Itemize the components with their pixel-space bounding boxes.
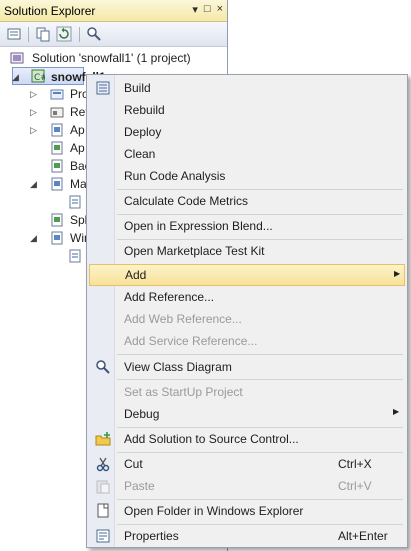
image-file-icon [51,213,63,227]
refresh-icon[interactable] [56,26,72,42]
menu-item-deploy[interactable]: Deploy [89,121,405,143]
menu-item-open-marketplace-test-kit[interactable]: Open Marketplace Test Kit [89,240,405,262]
menu-separator [117,379,403,380]
project-context-menu: Build Rebuild Deploy Clean Run Code Anal… [86,74,408,548]
svg-text:C#: C# [34,73,45,83]
menu-item-open-in-expression-blend[interactable]: Open in Expression Blend... [89,215,405,237]
menu-item-paste: Paste Ctrl+V [89,475,405,497]
code-file-icon [69,249,81,263]
solution-explorer-titlebar: Solution Explorer ▾ □ × [0,0,227,22]
image-file-icon [51,141,63,155]
solution-icon [10,52,24,64]
menu-item-open-folder-in-windows-explorer[interactable]: Open Folder in Windows Explorer [89,500,405,522]
collapse-arrow-icon[interactable]: ◢ [12,68,19,86]
expand-arrow-icon[interactable]: ▷ [30,85,37,103]
paste-icon [96,480,110,494]
menu-item-add-web-reference: Add Web Reference... [124,312,242,326]
source-control-icon [95,432,111,446]
submenu-arrow-icon: ▶ [394,269,401,278]
panel-title: Solution Explorer [4,4,96,18]
build-icon [96,81,110,95]
xaml-file-icon [51,123,63,137]
menu-separator [117,354,403,355]
expand-arrow-icon[interactable]: ▷ [30,121,37,139]
code-file-icon [69,195,81,209]
references-icon [50,107,64,118]
xaml-file-icon [51,231,63,245]
menu-item-run-code-analysis[interactable]: Run Code Analysis [89,165,405,187]
menu-item-add-solution-to-source-control[interactable]: Add Solution to Source Control... [89,428,405,450]
menu-item-clean[interactable]: Clean [89,143,405,165]
folder-open-icon [97,503,109,518]
menu-item-calculate-code-metrics[interactable]: Calculate Code Metrics [89,190,405,212]
close-icon[interactable]: × [217,3,223,16]
show-all-files-icon[interactable] [35,26,51,42]
menu-item-set-as-startup-project: Set as StartUp Project [124,385,243,399]
menu-item-build[interactable]: Build [89,77,405,99]
menu-item-properties[interactable]: Properties Alt+Enter [89,525,405,547]
xaml-file-icon [51,177,63,191]
class-view-icon[interactable] [86,26,102,42]
menu-item-debug[interactable]: Debug ▶ [89,403,405,425]
class-diagram-icon [96,360,110,374]
menu-item-view-class-diagram[interactable]: View Class Diagram [89,356,405,378]
properties-icon [96,529,110,543]
maximize-icon[interactable]: □ [204,3,211,16]
collapse-arrow-icon[interactable]: ◢ [30,175,37,193]
dropdown-arrow-icon[interactable]: ▾ [192,3,198,16]
properties-tool-icon[interactable] [6,26,22,42]
menu-item-add[interactable]: Add ▶ [89,264,405,286]
tree-item-project[interactable]: ◢ C# snowfall1 [12,67,106,86]
menu-item-add-service-reference: Add Service Reference... [124,334,258,348]
image-file-icon [51,159,63,173]
expand-arrow-icon[interactable]: ▷ [30,103,37,121]
properties-folder-icon [50,89,64,100]
menu-item-cut[interactable]: Cut Ctrl+X [89,453,405,475]
cut-icon [96,457,110,472]
solution-explorer-toolbar [0,22,227,47]
menu-item-rebuild[interactable]: Rebuild [89,99,405,121]
menu-item-add-reference[interactable]: Add Reference... [89,286,405,308]
submenu-arrow-icon: ▶ [393,407,400,416]
collapse-arrow-icon[interactable]: ◢ [30,229,37,247]
project-icon: C# [31,69,45,83]
